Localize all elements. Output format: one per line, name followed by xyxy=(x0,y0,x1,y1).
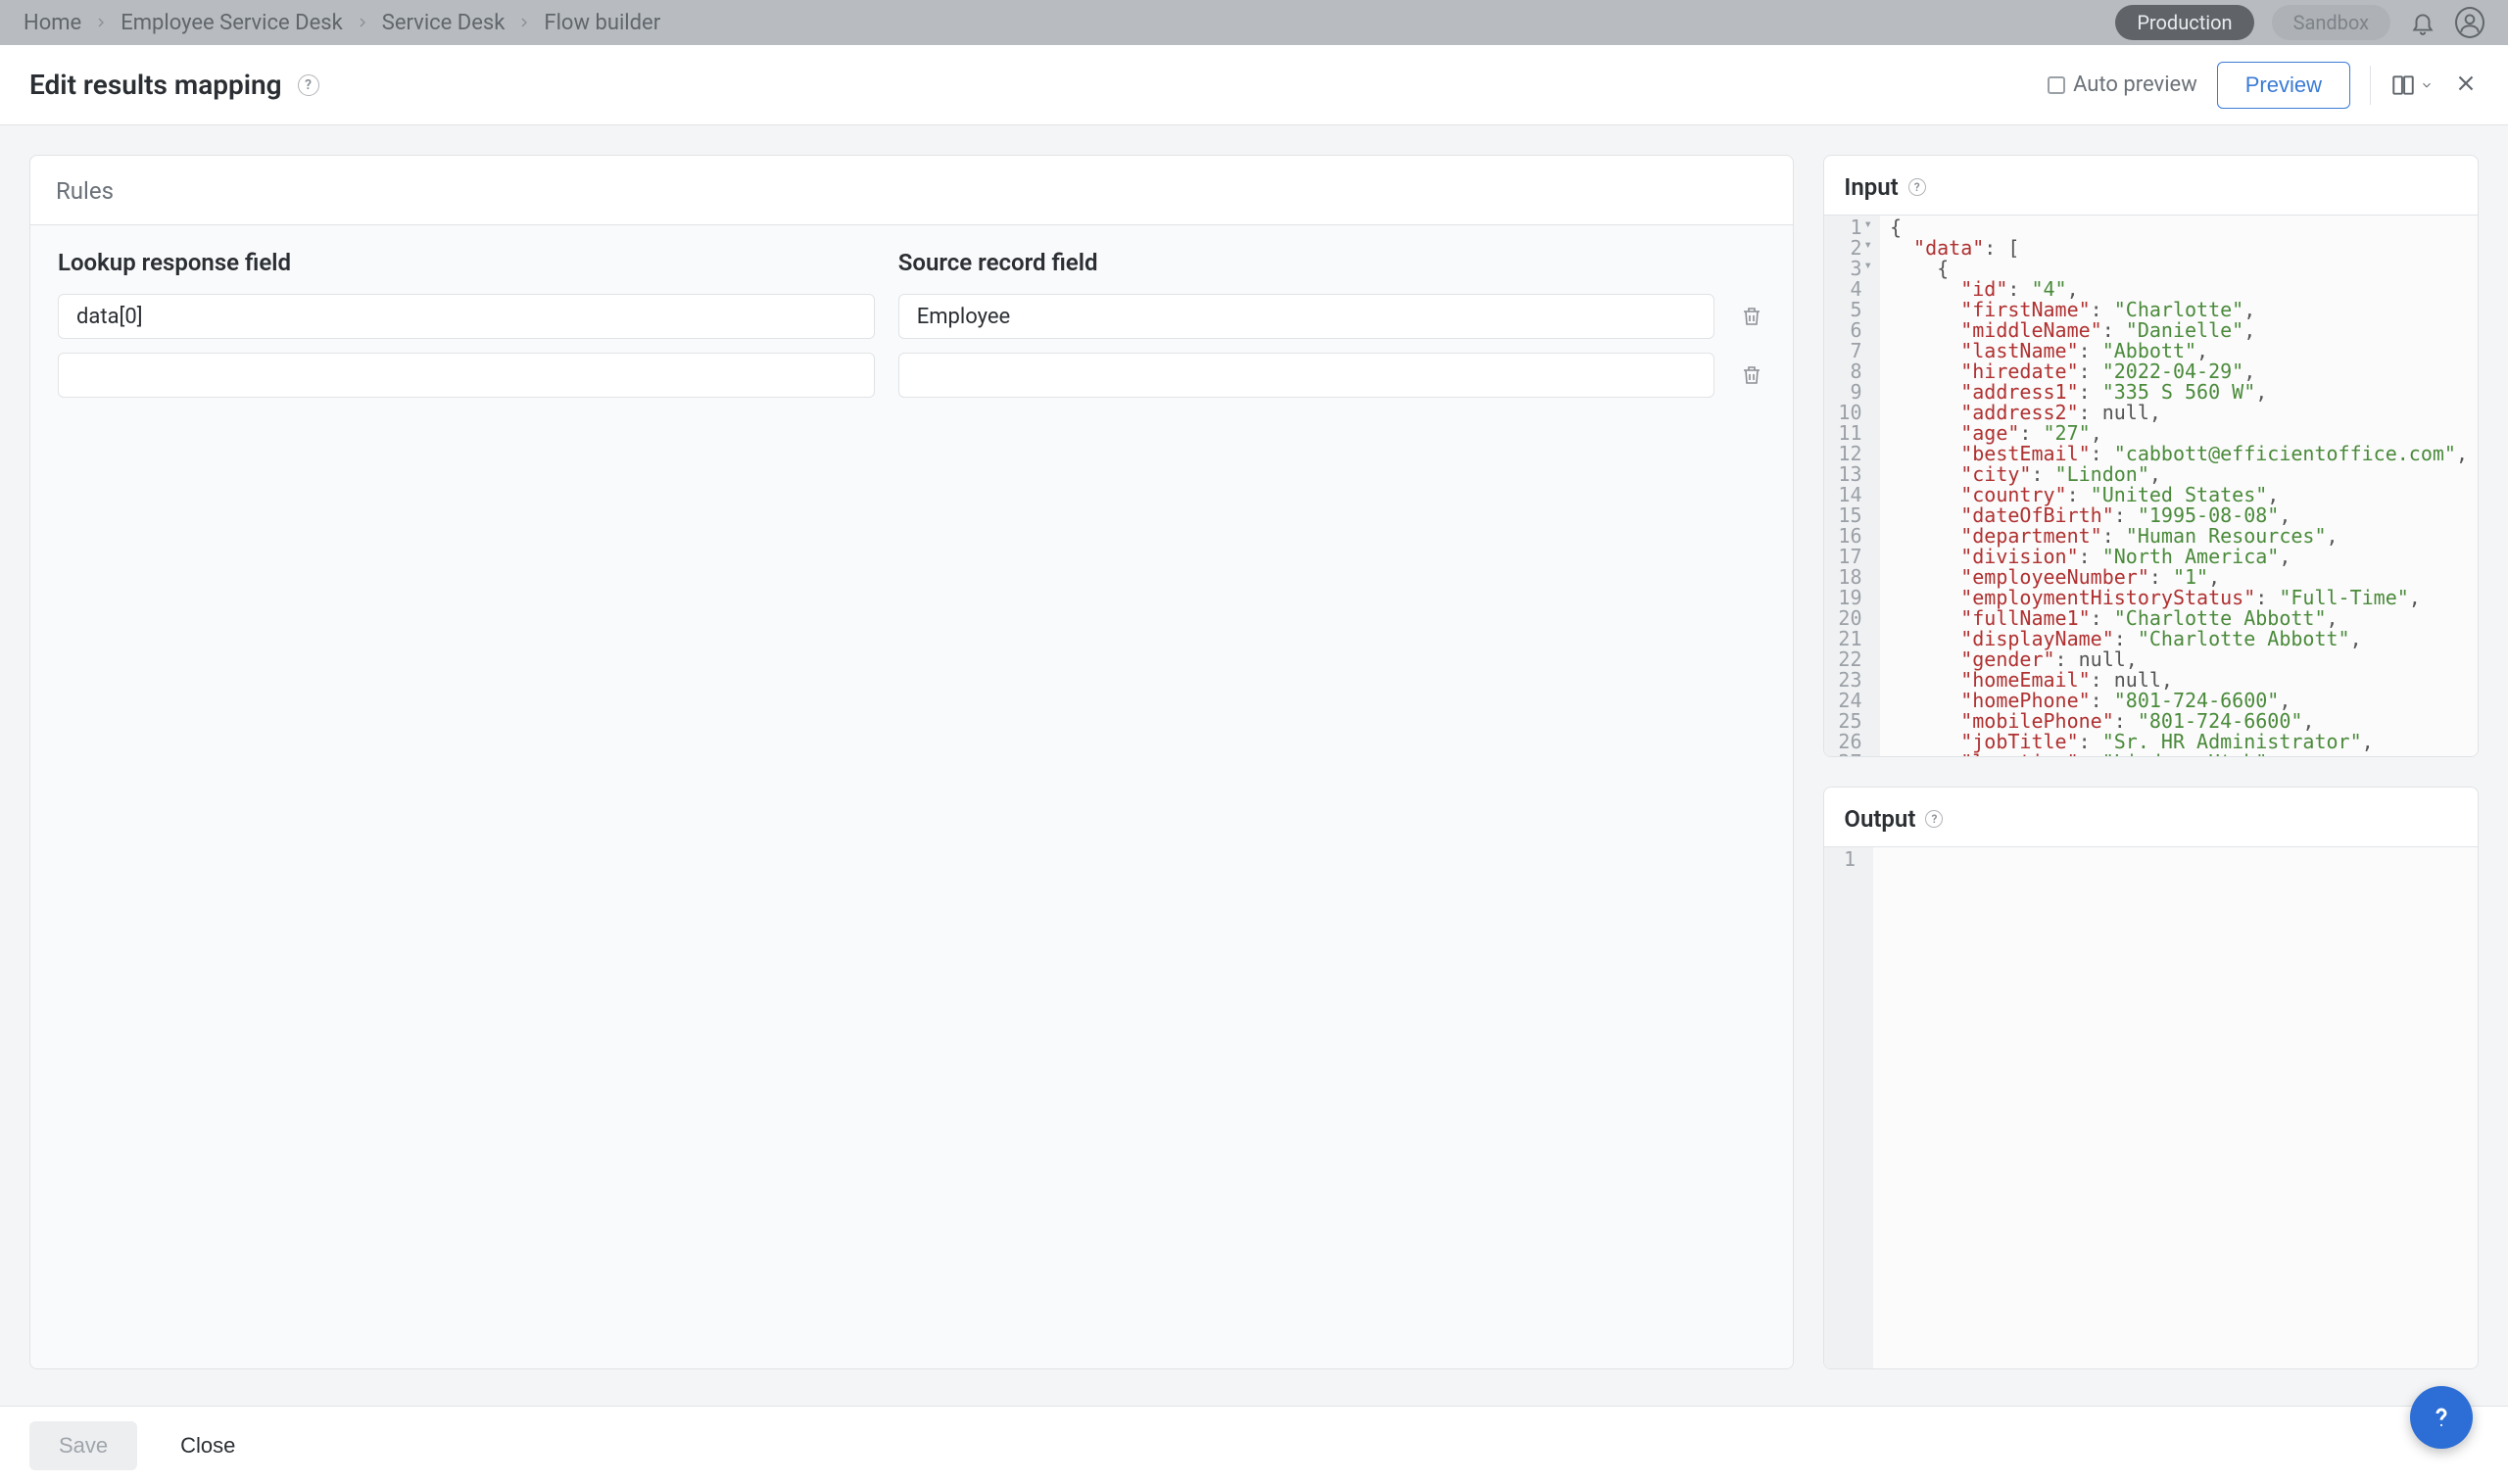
column-source-header: Source record field xyxy=(898,249,1715,276)
chevron-right-icon xyxy=(516,15,532,30)
page-header: Edit results mapping ? Auto preview Prev… xyxy=(0,45,2508,125)
divider xyxy=(2370,66,2371,105)
auto-preview-label: Auto preview xyxy=(2073,72,2197,97)
rules-row xyxy=(58,353,1765,398)
source-field[interactable]: Employee xyxy=(898,294,1715,339)
breadcrumb-home[interactable]: Home xyxy=(24,11,81,35)
trash-icon[interactable] xyxy=(1738,305,1765,328)
rules-panel: Rules Lookup response field Source recor… xyxy=(29,155,1794,1369)
help-fab-button[interactable] xyxy=(2410,1386,2473,1449)
save-button: Save xyxy=(29,1421,137,1470)
breadcrumb-flowbuilder[interactable]: Flow builder xyxy=(544,11,660,35)
breadcrumb-bar: Home Employee Service Desk Service Desk … xyxy=(0,0,2508,45)
source-field[interactable] xyxy=(898,353,1715,398)
env-production-button[interactable]: Production xyxy=(2115,5,2253,40)
env-sandbox-button[interactable]: Sandbox xyxy=(2272,5,2390,40)
input-panel: Input ? 1▾2▾3▾4 5 6 7 8 9 10 11 12 13 14… xyxy=(1823,155,2479,757)
page-title: Edit results mapping xyxy=(29,69,282,101)
input-panel-title: Input xyxy=(1844,173,1898,201)
output-panel-title: Output xyxy=(1844,805,1915,833)
help-icon[interactable]: ? xyxy=(298,74,319,96)
help-icon[interactable]: ? xyxy=(1925,810,1943,828)
trash-icon[interactable] xyxy=(1738,363,1765,387)
layout-toggle-button[interactable] xyxy=(2390,72,2434,98)
breadcrumb-esd[interactable]: Employee Service Desk xyxy=(121,11,343,35)
close-footer-button[interactable]: Close xyxy=(161,1421,255,1470)
help-icon[interactable]: ? xyxy=(1908,178,1926,196)
rules-title: Rules xyxy=(30,156,1793,224)
input-code-editor[interactable]: 1▾2▾3▾4 5 6 7 8 9 10 11 12 13 14 15 16 1… xyxy=(1824,215,2478,756)
column-lookup-header: Lookup response field xyxy=(58,249,875,276)
avatar-icon[interactable] xyxy=(2455,8,2484,37)
preview-button[interactable]: Preview xyxy=(2217,62,2350,109)
auto-preview-checkbox[interactable]: Auto preview xyxy=(2048,72,2197,97)
close-button[interactable] xyxy=(2453,71,2479,100)
output-panel: Output ? 1 xyxy=(1823,787,2479,1369)
output-code-editor[interactable]: 1 xyxy=(1824,846,2478,1368)
checkbox-icon xyxy=(2048,76,2065,94)
chevron-right-icon xyxy=(93,15,109,30)
lookup-field[interactable] xyxy=(58,353,875,398)
bell-icon[interactable] xyxy=(2408,8,2437,37)
chevron-right-icon xyxy=(355,15,370,30)
lookup-field[interactable]: data[0] xyxy=(58,294,875,339)
breadcrumb-servicedesk[interactable]: Service Desk xyxy=(382,11,506,35)
footer: Save Close xyxy=(0,1406,2508,1484)
rules-row: data[0] Employee xyxy=(58,294,1765,339)
